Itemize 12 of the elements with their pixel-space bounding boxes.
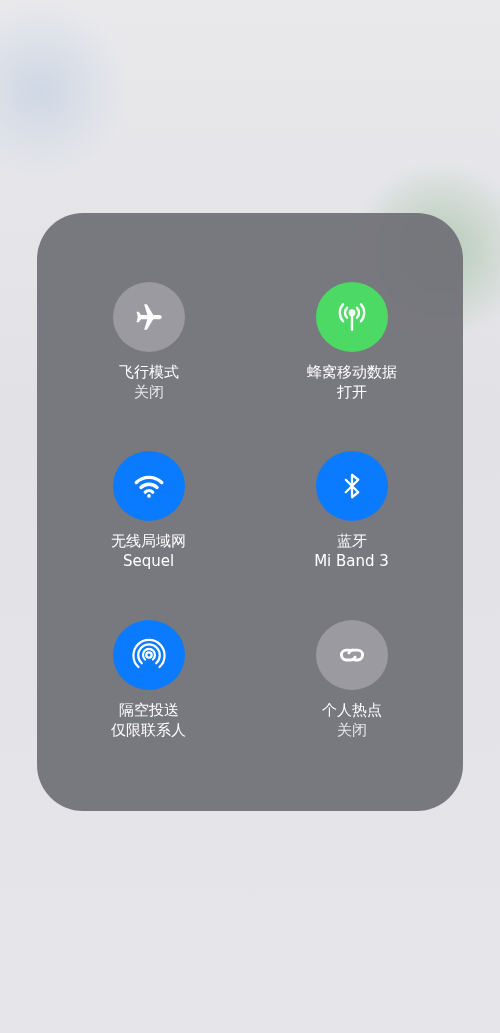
toggle-status: Sequel [122, 551, 175, 571]
toggle-label: 蓝牙 [336, 531, 367, 551]
toggle-status: 仅限联系人 [111, 720, 186, 740]
toggle-label: 飞行模式 [118, 362, 179, 382]
toggle-label: 无线局域网 [111, 531, 186, 551]
toggle-label: 个人热点 [321, 700, 382, 720]
toggle-status: 打开 [336, 382, 367, 402]
toggle-label: 隔空投送 [118, 700, 179, 720]
toggle-status: Mi Band 3 [314, 551, 389, 571]
toggle-label: 蜂窝移动数据 [306, 362, 397, 382]
toggle-status: 关闭 [133, 382, 164, 402]
toggle-status: 关闭 [336, 720, 367, 740]
